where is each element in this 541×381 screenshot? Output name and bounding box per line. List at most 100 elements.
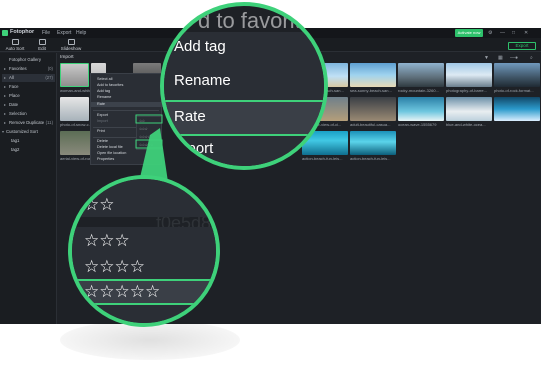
settings-icon[interactable]: ⚙ [488, 30, 492, 36]
menu-export[interactable]: Export [57, 30, 71, 36]
sidebar-item-label: Fotophor Gallery [9, 57, 42, 62]
activate-button[interactable]: Activate now [455, 29, 483, 37]
sidebar-item-count: (27) [45, 75, 53, 80]
rating-option[interactable]: ☆☆☆☆☆ [139, 143, 154, 147]
zoom-menu-rate: Rate [174, 108, 206, 125]
sidebar-item-label: tag2 [11, 147, 20, 152]
menu-separator [93, 110, 159, 111]
menu-item-rename[interactable]: Rename [91, 95, 163, 100]
photo-caption: photography-of-barre... [446, 88, 487, 93]
menu-help[interactable]: Help [76, 30, 86, 36]
menu-item-add-to-favorites[interactable]: Add to favorites [91, 83, 163, 88]
zoom-menu-add-tag: Add tag [174, 38, 226, 55]
sidebar-item-label: Face [9, 84, 19, 89]
caret-down-icon: ▾ [2, 129, 5, 134]
menu-file[interactable]: File [42, 30, 50, 36]
sidebar-item-label: tag1 [11, 138, 20, 143]
photo-thumbnail[interactable] [350, 97, 396, 121]
rating-option[interactable]: ☆☆☆ [139, 127, 148, 131]
sidebar-item-gallery[interactable]: Fotophor Gallery [2, 56, 55, 64]
zoom-partial-label: d to favorit [198, 8, 301, 33]
menu-item-properties[interactable]: Properties [91, 157, 163, 162]
sidebar-item-face[interactable]: ▸ Face [2, 83, 55, 91]
photo-caption: action-beach-fun-leis... [350, 156, 391, 161]
photo-caption: sea-sunny-beach-san... [350, 88, 392, 93]
sidebar-item-tag2[interactable]: tag2 [2, 146, 55, 154]
caret-right-icon: ▸ [4, 120, 7, 125]
photo-caption: rocky-mountain-3260... [398, 88, 439, 93]
rate-submenu: ☆☆ ☆☆☆ ☆☆☆☆ ☆☆☆☆☆ [136, 116, 162, 150]
menu-item-select-all[interactable]: Select all [91, 77, 163, 82]
app-name: Fotophor [10, 29, 35, 35]
rating-option[interactable]: ☆☆☆☆ [139, 135, 151, 139]
caret-right-icon: ▸ [4, 93, 7, 98]
breadcrumb: Import [60, 55, 74, 60]
photo-caption: adult-beautiful-casua... [350, 122, 391, 127]
filter-icon[interactable]: ▼ [484, 55, 489, 61]
photo-thumbnail[interactable] [350, 131, 396, 155]
sidebar-item-tag1[interactable]: tag1 [2, 137, 55, 145]
sidebar-item-remove-duplicate[interactable]: ▸ Remove Duplicate (11) [2, 119, 55, 127]
sidebar-item-label: Date [9, 102, 19, 107]
photo-thumbnail[interactable] [60, 63, 89, 87]
zoom-rating-5: ☆☆☆☆☆ [84, 282, 161, 301]
zoom-slider[interactable]: —● [510, 55, 518, 61]
sidebar-item-label: Selection [9, 111, 27, 116]
rating-magnifier: f0e5d83 ☆☆ ☆☆☆ ☆☆☆☆ ☆☆☆☆☆ [68, 175, 220, 327]
sidebar-item-favorites[interactable]: ▸ Favorites (0) [2, 65, 55, 73]
menu-item-open-file-location[interactable]: Open file location [91, 151, 163, 156]
zoom-menu-export: xport [180, 140, 214, 157]
sidebar-item-date[interactable]: ▸ Date [2, 101, 55, 109]
rating-option[interactable]: ☆☆ [139, 119, 145, 123]
auto-sort-label: Auto Sort [5, 46, 25, 51]
sidebar-item-count: (11) [45, 120, 53, 125]
sidebar-item-label: Remove Duplicate [9, 120, 45, 125]
export-button[interactable]: Export [508, 42, 536, 50]
slideshow-icon [67, 39, 75, 45]
caret-right-icon: ▸ [4, 66, 7, 71]
menu-item-add-tag[interactable]: Add tag [91, 89, 163, 94]
maximize-icon[interactable]: □ [512, 30, 515, 36]
search-icon[interactable]: ⌕ [530, 55, 533, 61]
photo-thumbnail[interactable] [446, 97, 492, 121]
zoom-rating-2: ☆☆ [84, 195, 115, 214]
photo-thumbnail[interactable] [60, 97, 89, 121]
close-icon[interactable]: ✕ [524, 30, 528, 36]
sidebar-item-all[interactable]: ▸ All (27) [2, 74, 55, 82]
auto-sort-icon [11, 39, 19, 45]
sidebar: Fotophor Gallery ▸ Favorites (0) ▸ All (27) … [0, 53, 57, 324]
menu-item-rate[interactable]: Rate [91, 102, 163, 107]
app-logo-icon [2, 30, 8, 36]
zoom-rating-3: ☆☆☆ [84, 231, 130, 250]
sidebar-item-customized-sort[interactable]: ▾ Customized Sort [2, 128, 55, 136]
grid-view-icon[interactable]: ▦ [498, 55, 503, 61]
photo-caption: blue-and-white-ocea... [446, 122, 486, 127]
sidebar-item-selection[interactable]: ▸ Selection [2, 110, 55, 118]
edit-button[interactable]: Edit [33, 39, 51, 51]
zoom-rating-4: ☆☆☆☆ [84, 257, 145, 276]
minimize-icon[interactable]: — [500, 30, 505, 36]
photo-thumbnail[interactable] [494, 97, 540, 121]
context-menu-magnifier: d to favorit te-buil Add tag Rename Rate… [160, 2, 328, 170]
zoom-menu-rename: Rename [174, 72, 231, 89]
auto-sort-button[interactable]: Auto Sort [4, 39, 26, 51]
photo-thumbnail[interactable] [494, 63, 540, 87]
sidebar-item-count: (0) [47, 66, 53, 71]
slideshow-label: Slideshow [60, 46, 82, 51]
sidebar-item-label: All [9, 75, 14, 80]
photo-thumbnail[interactable] [398, 63, 444, 87]
sidebar-item-place[interactable]: ▸ Place [2, 92, 55, 100]
photo-thumbnail[interactable] [446, 63, 492, 87]
photo-caption: photo-of-rock-format... [494, 88, 534, 93]
slideshow-button[interactable]: Slideshow [58, 39, 84, 51]
caret-right-icon: ▸ [4, 84, 7, 89]
photo-caption: ocean-wave-1555679 [398, 122, 437, 127]
caret-right-icon: ▸ [4, 75, 7, 80]
photo-thumbnail[interactable] [350, 63, 396, 87]
sidebar-item-label: Customized Sort [6, 129, 38, 134]
edit-icon [38, 39, 46, 45]
caret-right-icon: ▸ [4, 102, 7, 107]
photo-thumbnail[interactable] [398, 97, 444, 121]
caret-right-icon: ▸ [4, 111, 7, 116]
sidebar-item-label: Place [9, 93, 20, 98]
